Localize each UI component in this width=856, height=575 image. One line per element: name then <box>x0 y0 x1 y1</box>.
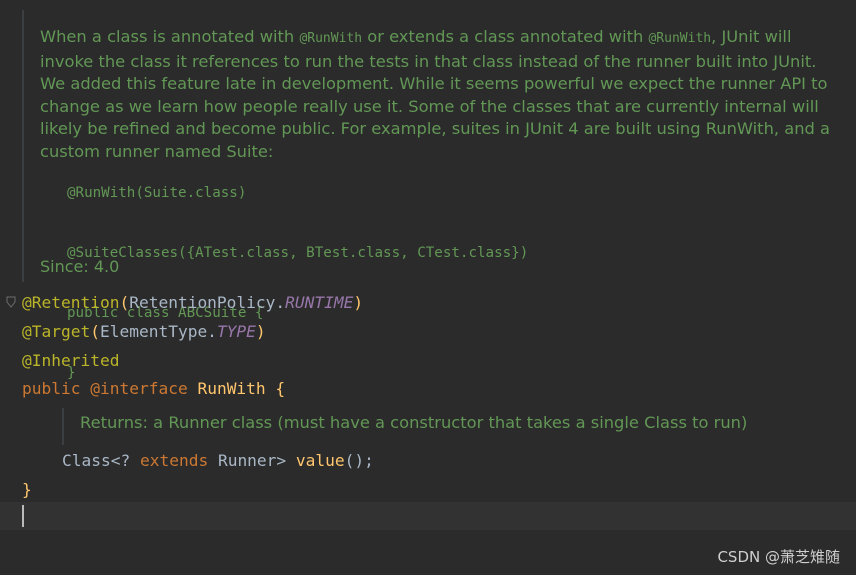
retention-annotation: @Retention <box>22 293 120 312</box>
method-declaration-line: Class<? extends Runner> value(); <box>62 450 374 472</box>
interface-keyword: @interface <box>90 379 188 398</box>
javadoc-intro-mid: or extends a class annotated with <box>367 27 644 46</box>
javadoc-example-code: @RunWith(Suite.class) @SuiteClasses({ATe… <box>67 143 528 403</box>
inherited-annotation: @Inherited <box>22 351 120 370</box>
text-caret <box>22 505 24 527</box>
target-annotation-line: @Target(ElementType.TYPE) <box>22 321 266 343</box>
closing-brace-line: } <box>22 479 32 501</box>
retention-constant: RUNTIME <box>285 293 354 312</box>
public-keyword: public <box>22 379 81 398</box>
fold-icon[interactable] <box>6 296 16 308</box>
method-tail: (); <box>344 451 374 470</box>
extends-keyword: extends <box>139 451 209 470</box>
since-value: 4.0 <box>93 257 120 276</box>
retention-annotation-line: @Retention(RetentionPolicy.RUNTIME) <box>22 292 363 314</box>
javadoc-since: Since: 4.0 <box>40 257 119 276</box>
target-annotation: @Target <box>22 322 91 341</box>
paren: ( <box>119 293 130 312</box>
javadoc-bar <box>22 10 24 282</box>
example-line: @RunWith(Suite.class) <box>67 185 247 201</box>
paren: ) <box>255 322 266 341</box>
return-type-end: Runner> <box>208 451 296 470</box>
javadoc-intro-rest: , JUnit will invoke the class it referen… <box>40 27 831 161</box>
since-label: Since: <box>40 257 89 276</box>
method-name: value <box>295 451 345 470</box>
javadoc-intro-prefix: When a class is annotated with <box>40 27 295 46</box>
element-type-class: ElementType. <box>99 322 217 341</box>
paren: ( <box>90 322 100 341</box>
method-javadoc-returns: Returns: a Runner class (must have a con… <box>80 413 748 432</box>
editor-gutter <box>0 0 22 575</box>
watermark: CSDN @萧芝雉随 <box>717 548 840 566</box>
paren: ) <box>353 293 364 312</box>
current-line-highlight <box>0 502 856 530</box>
example-line: @SuiteClasses({ATest.class, BTest.class,… <box>67 245 529 261</box>
javadoc-runwith-tag: @RunWith <box>299 31 363 46</box>
return-type-start: Class<? <box>62 451 140 470</box>
close-brace: } <box>22 480 32 499</box>
open-brace: { <box>265 379 286 398</box>
retention-policy-class: RetentionPolicy. <box>129 293 286 312</box>
target-constant: TYPE <box>216 322 256 341</box>
javadoc-runwith-tag: @RunWith <box>648 31 712 46</box>
inherited-annotation-line: @Inherited <box>22 350 119 372</box>
method-javadoc-bar <box>62 408 64 445</box>
interface-name: RunWith <box>197 379 266 398</box>
interface-declaration-line: public @interface RunWith { <box>22 378 285 400</box>
